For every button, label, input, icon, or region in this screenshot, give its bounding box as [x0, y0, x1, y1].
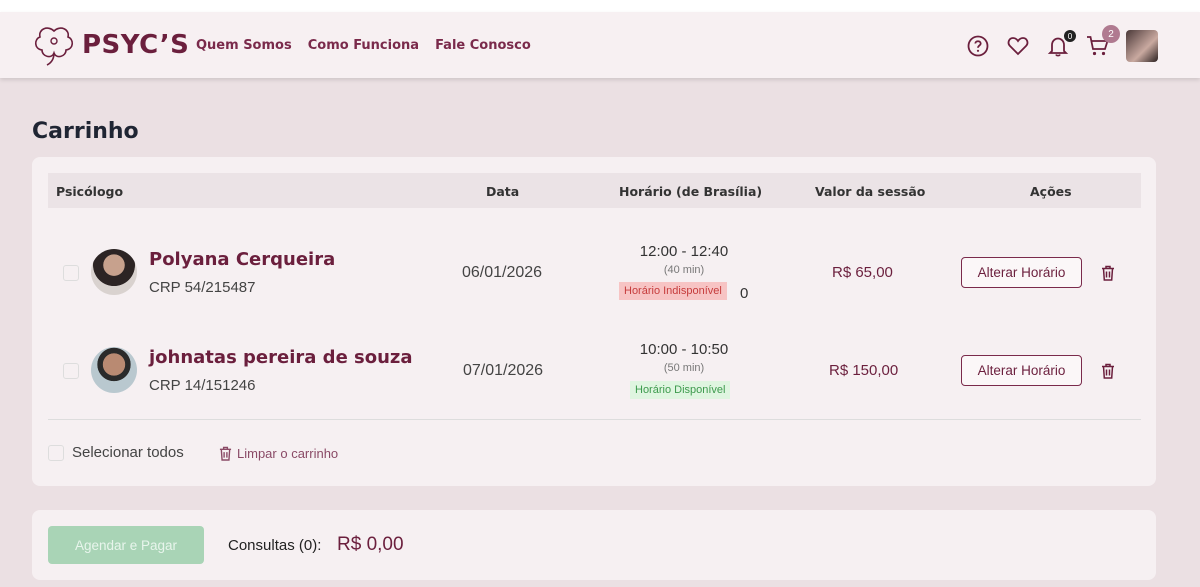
select-all-label: Selecionar todos [72, 444, 184, 461]
browser-top-strip [0, 0, 1200, 12]
header-psychologist: Psicólogo [56, 184, 124, 199]
nav-como-funciona[interactable]: Como Funciona [308, 38, 419, 53]
logo-flower-icon [34, 27, 74, 66]
trash-icon [219, 446, 232, 461]
select-all-checkbox[interactable] [48, 444, 64, 461]
divider [48, 419, 1141, 420]
cart-icon[interactable]: 2 [1086, 25, 1120, 58]
brand-logo[interactable]: PSYC’S [32, 23, 189, 67]
session-duration: (40 min) [663, 264, 705, 276]
schedule-and-pay-button[interactable]: Agendar e Pagar [48, 526, 204, 564]
clear-cart-label: Limpar o carrinho [237, 446, 339, 461]
bell-icon[interactable]: 0 [1046, 30, 1076, 58]
header-price: Valor da sessão [815, 184, 926, 199]
nav-quem-somos[interactable]: Quem Somos [196, 38, 292, 53]
brand-name: PSYC’S [82, 30, 190, 60]
nav-fale-conosco[interactable]: Fale Conosco [435, 38, 531, 53]
table-header: Psicólogo Data Horário (de Brasília) Val… [48, 173, 1141, 208]
header-actions: 0 2 [966, 25, 1158, 62]
header-date: Data [486, 184, 520, 199]
session-date: 06/01/2026 [462, 264, 543, 281]
header-time: Horário (de Brasília) [619, 184, 763, 199]
select-all-control[interactable]: Selecionar todos [48, 444, 184, 461]
cart-count-badge: 2 [1102, 25, 1120, 43]
trash-icon[interactable] [1101, 265, 1115, 281]
trash-icon[interactable] [1101, 363, 1115, 379]
alter-time-button[interactable]: Alterar Horário [961, 257, 1082, 288]
table-row: Polyana Cerqueira CRP 54/215487 06/01/20… [48, 227, 1141, 317]
alter-time-button[interactable]: Alterar Horário [961, 355, 1082, 386]
psychologist-crp: CRP 14/151246 [149, 377, 256, 394]
user-avatar[interactable] [1126, 30, 1158, 62]
session-date: 07/01/2026 [463, 362, 544, 379]
session-price: R$ 65,00 [832, 264, 893, 281]
psychologist-crp: CRP 54/215487 [149, 279, 256, 296]
main-nav: Quem Somos Como Funciona Fale Conosco [196, 38, 531, 53]
session-time: 12:00 - 12:40 [639, 243, 729, 260]
top-navbar: PSYC’S Quem Somos Como Funciona Fale Con… [0, 12, 1200, 78]
psychologist-name[interactable]: johnatas pereira de souza [149, 347, 413, 368]
clear-cart-button[interactable]: Limpar o carrinho [219, 446, 338, 461]
session-price: R$ 150,00 [829, 362, 899, 379]
status-badge: Horário Disponível [630, 381, 731, 399]
session-time: 10:00 - 10:50 [639, 341, 729, 358]
psychologist-name[interactable]: Polyana Cerqueira [149, 249, 335, 270]
session-duration: (50 min) [663, 362, 705, 374]
cart-table-card: Psicólogo Data Horário (de Brasília) Val… [32, 157, 1156, 486]
status-badge: Horário Indisponível [619, 282, 727, 300]
help-circle-icon[interactable] [966, 34, 990, 58]
psychologist-avatar [91, 347, 137, 393]
row-checkbox[interactable] [63, 265, 79, 281]
table-row: johnatas pereira de souza CRP 14/151246 … [48, 325, 1141, 415]
checkout-bar: Agendar e Pagar Consultas (0): R$ 0,00 [32, 510, 1156, 580]
header-actions: Ações [1030, 184, 1072, 199]
notification-count-badge: 0 [1064, 30, 1076, 42]
psychologist-avatar [91, 249, 137, 295]
status-extra-value: 0 [740, 285, 749, 302]
consultations-total: R$ 0,00 [337, 534, 404, 555]
consultations-count: Consultas (0): [228, 537, 322, 554]
row-checkbox[interactable] [63, 363, 79, 379]
page-title: Carrinho [32, 119, 139, 144]
heart-icon[interactable] [1006, 34, 1030, 58]
